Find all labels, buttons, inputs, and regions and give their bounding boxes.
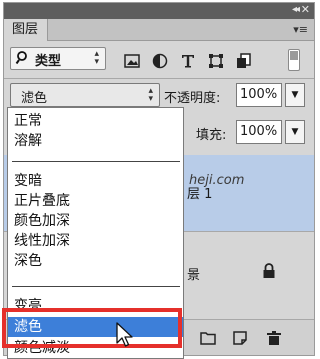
- fill-dropdown-button[interactable]: ▼: [285, 120, 305, 144]
- tab-row: 图层 ▾≡: [4, 19, 314, 41]
- blend-option-multiply[interactable]: 正片叠底: [8, 191, 183, 211]
- chevron-updown-icon: ▴ ▾: [94, 49, 99, 67]
- filter-toggle-switch[interactable]: [288, 49, 300, 71]
- blend-option-color-burn[interactable]: 颜色加深: [8, 211, 183, 231]
- collapse-panel-icon[interactable]: ◂◂: [292, 4, 300, 15]
- search-icon: [15, 51, 27, 65]
- mouse-cursor-icon: [116, 322, 133, 347]
- blend-option-darker-color[interactable]: 深色: [8, 251, 183, 271]
- blend-mode-select[interactable]: 滤色 ▴ ▾: [10, 83, 160, 107]
- trash-icon[interactable]: [266, 330, 282, 346]
- blend-mode-value: 滤色: [21, 91, 48, 106]
- shape-filter-icon[interactable]: [208, 53, 224, 69]
- panel-menu-icon[interactable]: ▾≡: [293, 23, 308, 36]
- opacity-input[interactable]: 100%: [236, 83, 282, 107]
- close-icon[interactable]: ✕: [301, 3, 310, 16]
- blend-option-darken[interactable]: 变暗: [8, 171, 183, 191]
- layer-name: 景: [187, 268, 201, 283]
- opacity-label: 不透明度:: [164, 91, 221, 106]
- filter-row: 类型 ▴ ▾: [4, 41, 314, 77]
- blend-option-dissolve[interactable]: 溶解: [8, 131, 183, 151]
- image-filter-icon[interactable]: [124, 53, 140, 69]
- menu-divider: [12, 286, 180, 287]
- menu-divider: [12, 161, 180, 162]
- chevron-updown-icon: ▴ ▾: [148, 86, 153, 104]
- opacity-dropdown-button[interactable]: ▼: [285, 83, 305, 107]
- blend-option-linear-burn[interactable]: 线性加深: [8, 231, 183, 251]
- filter-kind-label: 类型: [35, 54, 62, 69]
- fill-label: 填充:: [196, 128, 227, 143]
- tab-layers[interactable]: 图层: [4, 19, 48, 41]
- adjustment-filter-icon[interactable]: [152, 53, 168, 69]
- folder-icon[interactable]: [200, 330, 216, 346]
- lock-icon: [263, 263, 275, 278]
- layer-name: 层 1: [187, 187, 213, 202]
- annotation-highlight-box: [2, 308, 182, 348]
- fill-input[interactable]: 100%: [236, 120, 282, 144]
- divider: [4, 78, 314, 79]
- type-filter-icon[interactable]: [180, 53, 196, 69]
- blend-option-normal[interactable]: 正常: [8, 111, 183, 131]
- new-layer-icon[interactable]: [232, 330, 248, 346]
- panel-titlebar: ◂◂ ✕: [4, 3, 314, 19]
- filter-kind-select[interactable]: 类型 ▴ ▾: [10, 47, 106, 70]
- smart-object-filter-icon[interactable]: [236, 53, 252, 69]
